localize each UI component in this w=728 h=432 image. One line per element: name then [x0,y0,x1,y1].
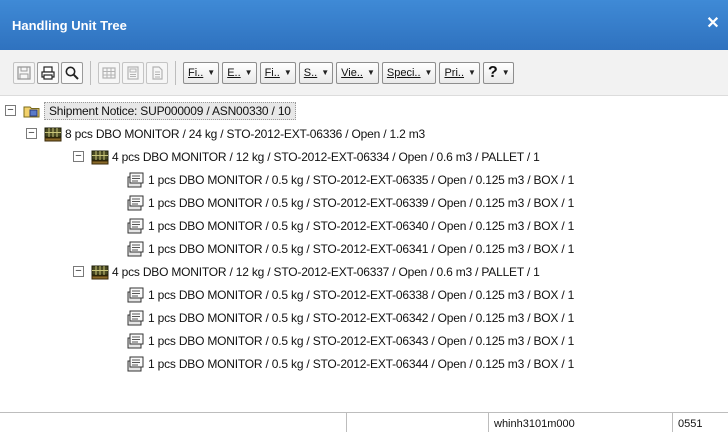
box-icon [127,287,145,303]
sort-menu-dropdown[interactable]: S.. ▼ [298,61,334,84]
chevron-down-icon: ▼ [207,68,216,77]
collapse-toggle-icon[interactable]: − [5,105,16,116]
pallet-icon [91,264,109,280]
dropdown-label: Vie.. [341,66,363,79]
tree-node-box[interactable]: 1 pcs DBO MONITOR / 0.5 kg / STO-2012-EX… [127,193,574,212]
tree-node-pallet[interactable]: − 4 pcs DBO MONITOR / 12 kg / STO-2012-E… [73,147,540,166]
form-icon [127,65,139,80]
collapse-toggle-icon[interactable]: − [73,151,84,162]
dropdown-label: Pri.. [444,66,465,79]
grid-icon [102,66,116,79]
tree-node-label: 8 pcs DBO MONITOR / 24 kg / STO-2012-EXT… [65,126,425,141]
status-session: whinh3101m000 [488,413,672,432]
tree-node-label: 4 pcs DBO MONITOR / 12 kg / STO-2012-EXT… [112,149,540,164]
box-icon [127,218,145,234]
dropdown-label: S.. [303,66,318,79]
box-icon [127,310,145,326]
status-cell-empty [0,413,346,432]
help-icon: ? [487,63,498,81]
collapse-toggle-icon[interactable]: − [26,128,37,139]
status-bar: whinh3101m000 0551 [0,412,728,432]
tree-node-shipment[interactable]: − Shipment Notice: SUP000009 / ASN00330 … [5,101,296,120]
find-button[interactable] [61,61,83,84]
handling-unit-tree-window: Handling Unit Tree ✕ Fi.. ▼ E.. ▼ Fi.. ▼ S.… [0,0,728,432]
dropdown-label: E.. [227,66,241,79]
tree-node-label: 1 pcs DBO MONITOR / 0.5 kg / STO-2012-EX… [148,218,575,233]
tree-node-label: 1 pcs DBO MONITOR / 0.5 kg / STO-2012-EX… [148,356,575,371]
handling-unit-tree: − Shipment Notice: SUP000009 / ASN00330 … [0,97,728,412]
status-company: 0551 [672,413,728,432]
help-menu-dropdown[interactable]: ? ▼ [482,61,514,84]
file-menu-dropdown[interactable]: Fi.. ▼ [183,61,220,84]
close-icon[interactable]: ✕ [704,15,722,33]
toolbar: Fi.. ▼ E.. ▼ Fi.. ▼ S.. ▼ Vie.. ▼ Speci.. ▼ Pr… [0,50,728,96]
toolbar-separator [175,60,176,85]
grid-button[interactable] [98,61,120,84]
tree-node-box[interactable]: 1 pcs DBO MONITOR / 0.5 kg / STO-2012-EX… [127,285,574,304]
save-button[interactable] [13,61,35,84]
tree-node-box[interactable]: 1 pcs DBO MONITOR / 0.5 kg / STO-2012-EX… [127,170,574,189]
tree-node-box[interactable]: 1 pcs DBO MONITOR / 0.5 kg / STO-2012-EX… [127,239,574,258]
box-icon [127,333,145,349]
tree-node-box[interactable]: 1 pcs DBO MONITOR / 0.5 kg / STO-2012-EX… [127,354,574,373]
tree-node-label: 1 pcs DBO MONITOR / 0.5 kg / STO-2012-EX… [148,287,575,302]
box-icon [127,172,145,188]
document-button[interactable] [146,61,168,84]
chevron-down-icon: ▼ [424,68,433,77]
view-menu-dropdown[interactable]: Vie.. ▼ [336,61,379,84]
tree-node-label: 1 pcs DBO MONITOR / 0.5 kg / STO-2012-EX… [148,195,575,210]
dropdown-label: Fi.. [264,66,280,79]
print-icon [41,65,55,80]
chevron-down-icon: ▼ [468,68,476,77]
pallet-icon [91,149,109,165]
title-bar: Handling Unit Tree ✕ [0,0,728,50]
collapse-toggle-icon[interactable]: − [73,266,84,277]
tree-node-label: 1 pcs DBO MONITOR / 0.5 kg / STO-2012-EX… [148,172,575,187]
tree-node-box[interactable]: 1 pcs DBO MONITOR / 0.5 kg / STO-2012-EX… [127,216,574,235]
save-icon [17,65,31,80]
edit-menu-dropdown[interactable]: E.. ▼ [222,61,257,84]
pallet-icon [44,126,62,142]
toolbar-separator [90,60,91,85]
box-icon [127,241,145,257]
chevron-down-icon: ▼ [501,68,510,77]
dropdown-label: Fi.. [188,66,204,79]
tree-node-pallet[interactable]: − 4 pcs DBO MONITOR / 12 kg / STO-2012-E… [73,262,540,281]
shipment-notice-icon [23,103,41,119]
tree-node-box[interactable]: 1 pcs DBO MONITOR / 0.5 kg / STO-2012-EX… [127,308,574,327]
tree-node-label: Shipment Notice: SUP000009 / ASN00330 / … [44,101,296,120]
box-icon [127,356,145,372]
chevron-down-icon: ▼ [321,68,330,77]
chevron-down-icon: ▼ [366,68,375,77]
chevron-down-icon: ▼ [244,68,253,77]
tree-node-box[interactable]: 1 pcs DBO MONITOR / 0.5 kg / STO-2012-EX… [127,331,574,350]
window-title: Handling Unit Tree [12,17,127,33]
tree-node-label: 1 pcs DBO MONITOR / 0.5 kg / STO-2012-EX… [148,241,575,256]
box-icon [127,195,145,211]
status-cell-empty [346,413,488,432]
document-icon [152,65,163,80]
magnifier-icon [65,66,79,80]
print-button[interactable] [37,61,59,84]
tree-node-handling-unit[interactable]: − 8 pcs DBO MONITOR / 24 kg / STO-2012-E… [26,124,425,143]
tree-node-label: 1 pcs DBO MONITOR / 0.5 kg / STO-2012-EX… [148,310,575,325]
find-menu-dropdown[interactable]: Fi.. ▼ [259,61,296,84]
specific-menu-dropdown[interactable]: Speci.. ▼ [381,61,437,84]
tree-node-label: 4 pcs DBO MONITOR / 12 kg / STO-2012-EXT… [112,264,540,279]
print-menu-dropdown[interactable]: Pri.. ▼ [439,61,480,84]
tree-node-label: 1 pcs DBO MONITOR / 0.5 kg / STO-2012-EX… [148,333,575,348]
chevron-down-icon: ▼ [283,68,292,77]
dropdown-label: Speci.. [386,66,421,79]
form-button[interactable] [122,61,144,84]
